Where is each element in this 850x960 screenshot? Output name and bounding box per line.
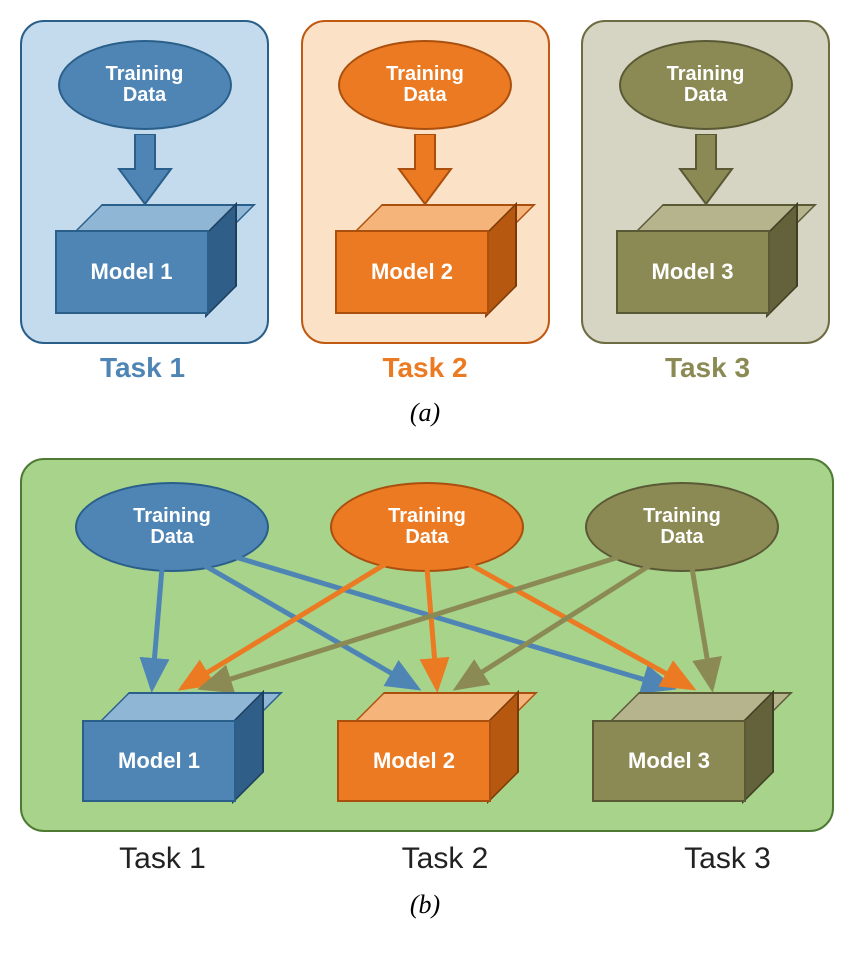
cuboid-front: Model 3 [592, 720, 746, 802]
model-label: Model 2 [371, 259, 453, 285]
task-labels-b: Task 1 Task 2 Task 3 [40, 842, 850, 876]
model-label: Model 1 [118, 748, 200, 774]
arrow-down-icon [395, 134, 455, 204]
model-cuboid-2: Model 2 [335, 204, 515, 314]
cuboid-front: Model 3 [616, 230, 770, 314]
task-label-1: Task 1 [20, 352, 265, 384]
model-cuboid-b3: Model 3 [592, 692, 772, 802]
subcaption-a: (a) [410, 398, 440, 428]
model-cuboid-3: Model 3 [616, 204, 796, 314]
subcaption-b: (b) [410, 890, 440, 920]
data-ellipse-3: Training Data [619, 40, 793, 130]
arrow-down-icon [676, 134, 736, 204]
cuboid-front: Model 1 [55, 230, 209, 314]
cuboid-front: Model 2 [335, 230, 489, 314]
model-label: Model 2 [373, 748, 455, 774]
cuboid-front: Model 1 [82, 720, 236, 802]
task-label-b1: Task 1 [40, 842, 285, 876]
task-labels-a: Task 1 Task 2 Task 3 [20, 352, 830, 384]
panel-b: Training Data Training Data Training Dat… [20, 458, 834, 832]
task-label-b2: Task 2 [323, 842, 568, 876]
data-ellipse-2: Training Data [338, 40, 512, 130]
model-label: Model 1 [91, 259, 173, 285]
data-ellipse-1: Training Data [58, 40, 232, 130]
task-label-b3: Task 3 [605, 842, 850, 876]
model-label: Model 3 [628, 748, 710, 774]
data-text: Training [386, 64, 464, 85]
figure: Training Data Model 1 Training Data [0, 0, 850, 950]
task-label-2: Task 2 [303, 352, 548, 384]
data-text: Training [106, 64, 184, 85]
panel-a: Training Data Model 1 Training Data [20, 20, 830, 344]
data-text: Training [667, 64, 745, 85]
arrow-down-icon [115, 134, 175, 204]
task-label-3: Task 3 [585, 352, 830, 384]
task-card-3: Training Data Model 3 [581, 20, 830, 344]
data-text: Data [684, 85, 727, 106]
data-text: Data [403, 85, 446, 106]
model-label: Model 3 [652, 259, 734, 285]
cuboid-front: Model 2 [337, 720, 491, 802]
model-cuboid-b1: Model 1 [82, 692, 262, 802]
task-card-2: Training Data Model 2 [301, 20, 550, 344]
model-cuboid-1: Model 1 [55, 204, 235, 314]
task-card-1: Training Data Model 1 [20, 20, 269, 344]
data-text: Data [123, 85, 166, 106]
panel-b-wrap: Training Data Training Data Training Dat… [20, 458, 830, 876]
model-cuboid-b2: Model 2 [337, 692, 517, 802]
